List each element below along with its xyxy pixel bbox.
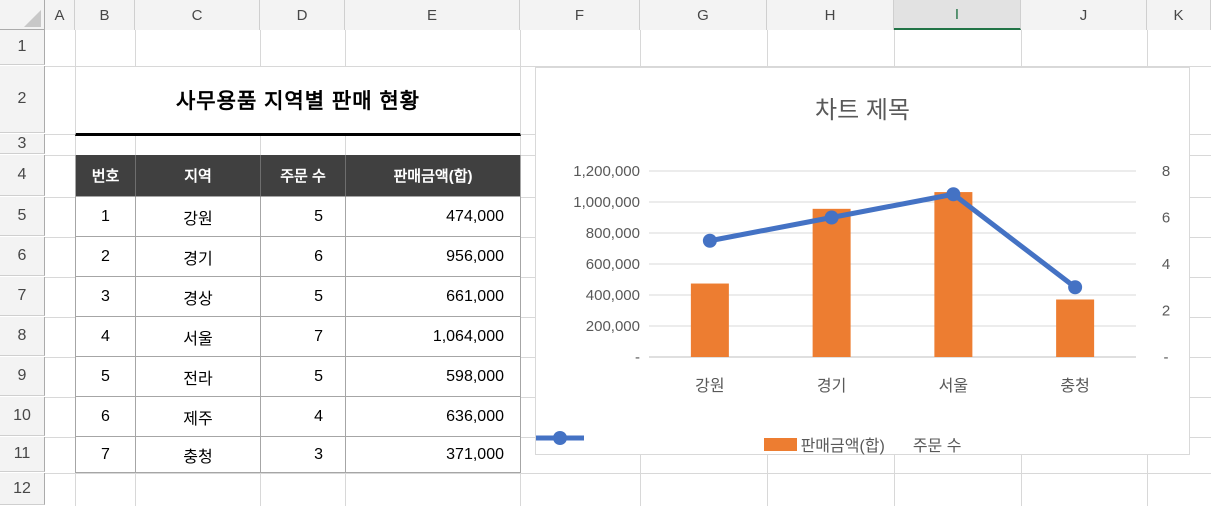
column-header-H[interactable]: H xyxy=(767,0,894,30)
column-header-B[interactable]: B xyxy=(75,0,135,30)
table-cell[interactable]: 6 xyxy=(261,237,346,277)
row-header-6[interactable]: 6 xyxy=(0,237,45,276)
line-marker-강원[interactable] xyxy=(702,233,717,248)
select-all-corner[interactable] xyxy=(0,0,45,30)
table-cell[interactable]: 5 xyxy=(76,357,136,397)
table-cell[interactable]: 598,000 xyxy=(346,357,521,397)
left-axis-tick-label: 600,000 xyxy=(586,256,640,273)
right-axis-tick-label: - xyxy=(1164,349,1169,366)
table-cell[interactable]: 7 xyxy=(261,317,346,357)
legend-item-orders[interactable]: 주문 수 xyxy=(536,431,962,456)
row-header-4[interactable]: 4 xyxy=(0,155,45,196)
column-header-G[interactable]: G xyxy=(640,0,767,30)
legend-label-sales: 판매금액(합) xyxy=(800,438,885,455)
chart-plot-area: 1,200,000 1,000,000 800,000 600,000 400,000 2… xyxy=(573,163,1170,395)
category-axis-label: 경기 xyxy=(817,377,846,395)
column-header-E[interactable]: E xyxy=(345,0,520,30)
table-cell[interactable]: 661,000 xyxy=(346,277,521,317)
right-axis-tick-label: 6 xyxy=(1162,210,1170,227)
left-axis-tick-label: 1,000,000 xyxy=(573,194,640,211)
left-axis-tick-label: 400,000 xyxy=(586,287,640,304)
table-cell[interactable]: 5 xyxy=(261,197,346,237)
gridline xyxy=(45,473,1211,474)
table-cell[interactable]: 4 xyxy=(261,397,346,437)
right-axis-tick-label: 8 xyxy=(1162,163,1170,180)
line-series[interactable] xyxy=(707,191,1078,290)
column-header-J[interactable]: J xyxy=(1021,0,1147,30)
row-header-3[interactable]: 3 xyxy=(0,134,45,154)
column-header-D[interactable]: D xyxy=(260,0,345,30)
category-axis-label: 서울 xyxy=(939,377,968,395)
bar-충청[interactable] xyxy=(1056,299,1095,357)
table-cell[interactable]: 강원 xyxy=(136,197,261,237)
column-header-C[interactable]: C xyxy=(135,0,260,30)
row-header-8[interactable]: 8 xyxy=(0,317,45,356)
bar-서울[interactable] xyxy=(934,192,973,357)
column-header-K[interactable]: K xyxy=(1147,0,1211,30)
select-all-triangle-icon xyxy=(24,10,41,27)
row-header-9[interactable]: 9 xyxy=(0,357,45,396)
row-header-11[interactable]: 11 xyxy=(0,437,45,472)
table-cell[interactable]: 7 xyxy=(76,437,136,473)
table-cell[interactable]: 제주 xyxy=(136,397,261,437)
line-marker-서울[interactable] xyxy=(946,187,961,202)
row-header-7[interactable]: 7 xyxy=(0,277,45,316)
line-marker-경기[interactable] xyxy=(824,210,839,225)
bar-강원[interactable] xyxy=(690,283,729,357)
line-series-swatch-icon xyxy=(536,431,584,445)
table-cell[interactable]: 1,064,000 xyxy=(346,317,521,357)
table-cell[interactable]: 서울 xyxy=(136,317,261,357)
table-cell[interactable]: 636,000 xyxy=(346,397,521,437)
column-header-F[interactable]: F xyxy=(520,0,640,30)
row-header-2[interactable]: 2 xyxy=(0,66,45,133)
left-axis-tick-label: 1,200,000 xyxy=(573,163,640,180)
right-axis-tick-label: 4 xyxy=(1162,256,1170,273)
column-header-A[interactable]: A xyxy=(45,0,75,30)
row-header-12[interactable]: 12 xyxy=(0,473,45,505)
sales-table: 번호 지역 주문 수 판매금액(합) 1 강원 5 474,000 2 경기 6 956,000 3 경상… xyxy=(75,155,521,473)
table-header-cell[interactable]: 지역 xyxy=(136,155,261,197)
table-cell[interactable]: 474,000 xyxy=(346,197,521,237)
chart-object[interactable]: 차트 제목 1,200,000 1,000,000 800,000 600,000 40… xyxy=(535,67,1190,455)
table-cell[interactable]: 5 xyxy=(261,357,346,397)
table-cell[interactable]: 2 xyxy=(76,237,136,277)
left-axis-tick-label: 200,000 xyxy=(586,318,640,335)
column-header-I[interactable]: I xyxy=(894,0,1021,30)
category-axis-label: 충청 xyxy=(1060,377,1089,395)
table-cell[interactable]: 6 xyxy=(76,397,136,437)
left-axis-tick-label: - xyxy=(635,349,640,366)
table-cell[interactable]: 5 xyxy=(261,277,346,317)
bar-series-swatch-icon xyxy=(763,437,797,451)
right-axis-tick-label: 2 xyxy=(1162,303,1170,320)
category-axis-label: 강원 xyxy=(695,377,724,395)
legend-label-orders: 주문 수 xyxy=(912,438,962,455)
table-cell[interactable]: 전라 xyxy=(136,357,261,397)
table-header-cell[interactable]: 번호 xyxy=(76,155,136,197)
table-title-cell[interactable]: 사무용품 지역별 판매 현황 xyxy=(75,66,521,136)
table-cell[interactable]: 1 xyxy=(76,197,136,237)
row-header-10[interactable]: 10 xyxy=(0,397,45,436)
row-header-1[interactable]: 1 xyxy=(0,30,45,65)
line-marker-충청[interactable] xyxy=(1068,280,1083,295)
table-cell[interactable]: 3 xyxy=(76,277,136,317)
table-cell[interactable]: 956,000 xyxy=(346,237,521,277)
legend-item-sales[interactable]: 판매금액(합) xyxy=(763,432,885,456)
table-cell[interactable]: 3 xyxy=(261,437,346,473)
row-header-5[interactable]: 5 xyxy=(0,197,45,236)
excel-worksheet: ABCDEFGHIJK 1 2 3 4 5 6 7 8 9 10 11 12 사무용품 지역별 판매 … xyxy=(0,0,1211,506)
chart-legend[interactable]: 판매금액(합) 주문 수 xyxy=(536,430,1189,458)
left-axis-tick-label: 800,000 xyxy=(586,225,640,242)
table-header-cell[interactable]: 판매금액(합) xyxy=(346,155,521,197)
table-cell[interactable]: 경기 xyxy=(136,237,261,277)
bar-경기[interactable] xyxy=(812,208,851,357)
table-cell[interactable]: 충청 xyxy=(136,437,261,473)
table-cell[interactable]: 371,000 xyxy=(346,437,521,473)
table-header-cell[interactable]: 주문 수 xyxy=(261,155,346,197)
table-cell[interactable]: 경상 xyxy=(136,277,261,317)
table-cell[interactable]: 4 xyxy=(76,317,136,357)
